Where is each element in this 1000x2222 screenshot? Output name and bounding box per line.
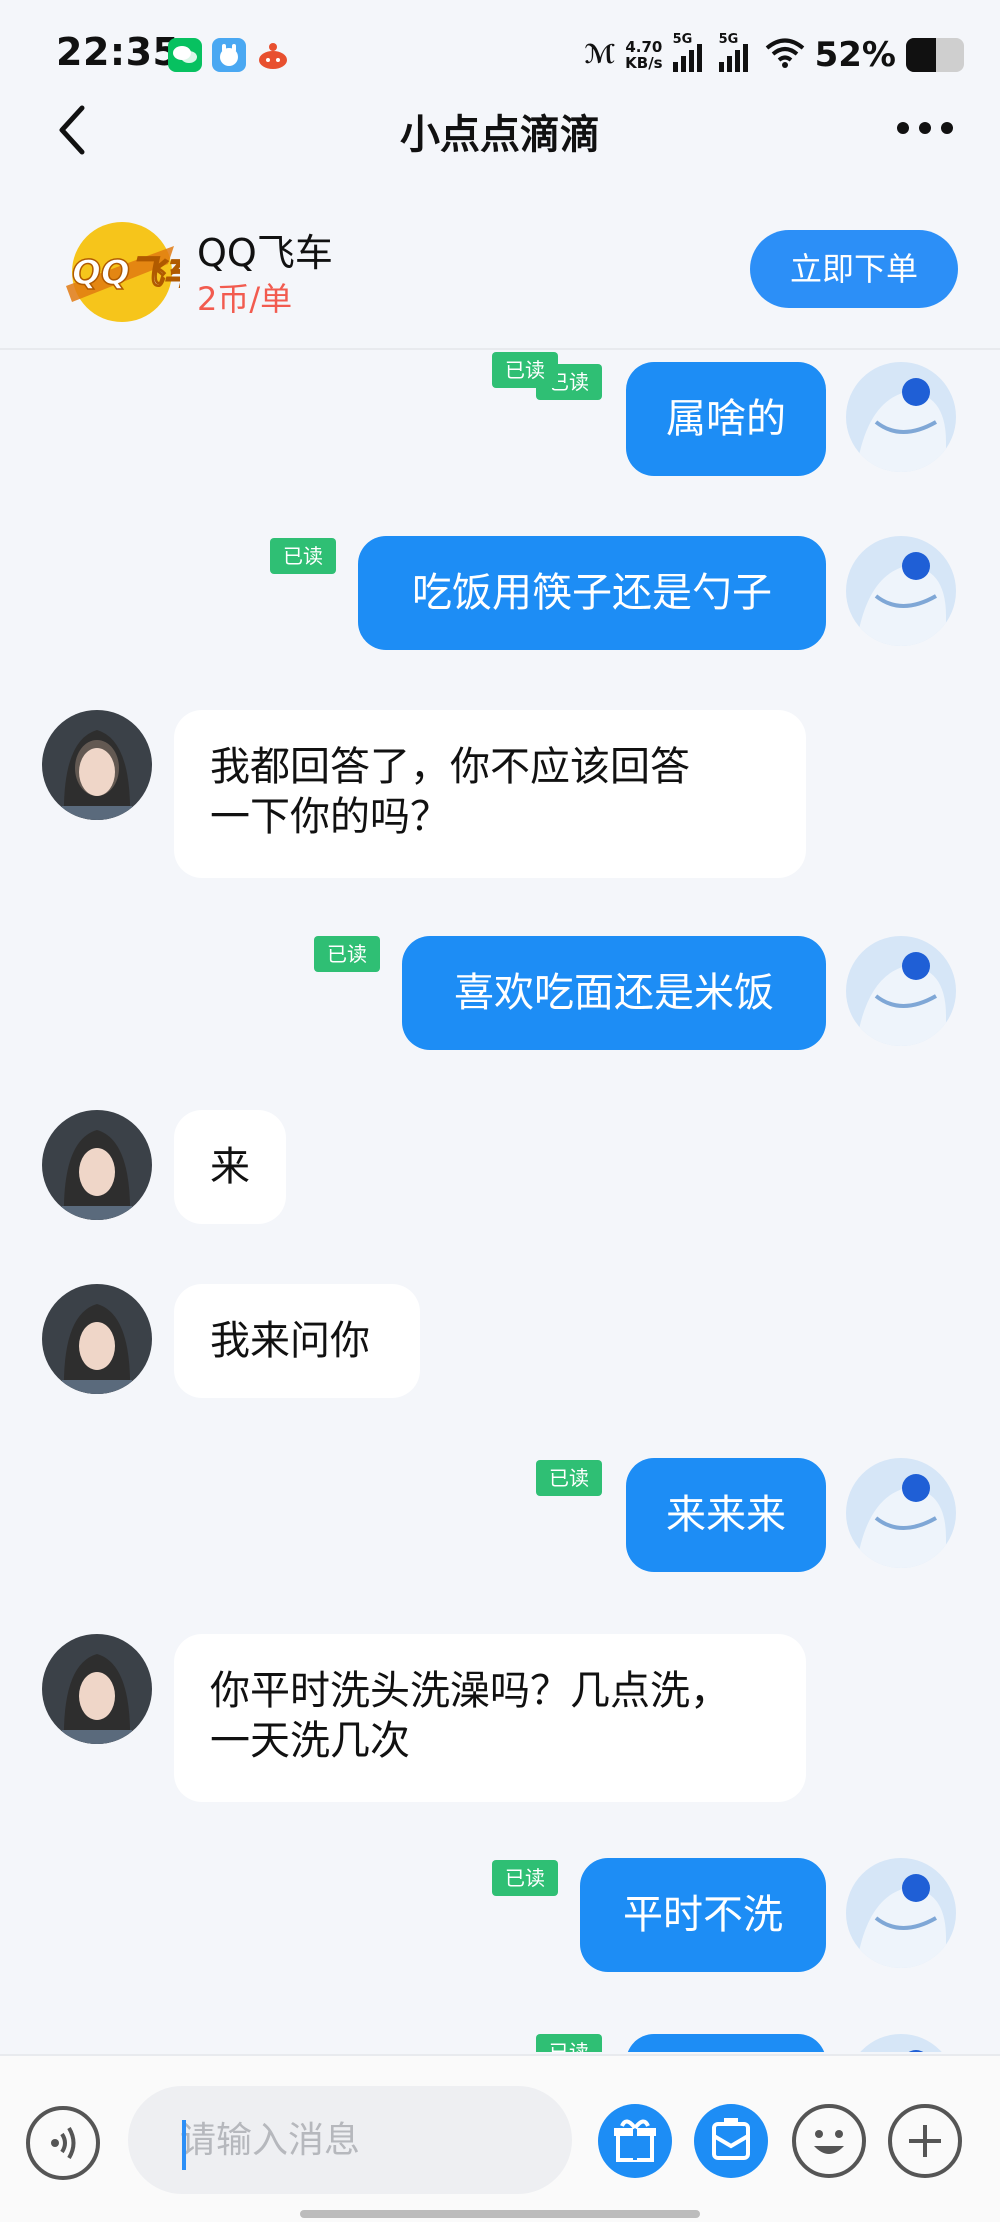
order-button[interactable] — [694, 2104, 768, 2178]
outgoing-message[interactable]: 吃饭用筷子还是勺子 — [358, 536, 826, 650]
outgoing-message[interactable]: 喜欢吃面还是米饭 — [402, 936, 826, 1050]
message-input[interactable] — [128, 2086, 572, 2194]
contact-avatar[interactable] — [42, 1110, 152, 1220]
input-bar — [0, 2054, 1000, 2222]
battery-icon — [906, 38, 964, 72]
gift-icon — [614, 2119, 656, 2162]
product-price: 2币/单 — [197, 280, 293, 318]
page-title: 小点点滴滴 — [400, 112, 600, 158]
game-logo[interactable]: QQ飞车 — [58, 216, 204, 324]
svg-text:QQ飞车: QQ飞车 — [72, 253, 180, 293]
more-options-button[interactable] — [890, 108, 960, 148]
signal-icon: 5G — [672, 32, 709, 72]
my-avatar[interactable] — [846, 2034, 956, 2052]
my-avatar[interactable] — [846, 536, 956, 646]
voice-icon — [51, 2126, 76, 2160]
incoming-message[interactable]: 你平时洗头洗澡吗？几点洗， 一天洗几次 — [174, 1634, 806, 1802]
wifi-icon — [765, 37, 805, 73]
outgoing-message[interactable] — [626, 2034, 826, 2052]
emoji-icon — [814, 2130, 844, 2154]
read-badge: 已读 — [492, 1860, 558, 1896]
home-indicator[interactable] — [300, 2210, 700, 2218]
read-badge: 已读 — [536, 1460, 602, 1496]
product-card: QQ飞车 QQ飞车 2币/单 立即下单 — [0, 200, 1000, 350]
emoji-button[interactable] — [792, 2104, 866, 2178]
signal-icon: 5G — [718, 32, 755, 72]
status-time: 22:35 — [56, 30, 180, 74]
my-avatar[interactable] — [846, 1858, 956, 1968]
read-badge: 已读 — [492, 352, 558, 388]
incoming-message[interactable]: 我都回答了，你不应该回答 一下你的吗？ — [174, 710, 806, 878]
my-avatar[interactable] — [846, 1458, 956, 1568]
chat-messages[interactable]: 已读 属啥的 已读 吃饭用筷子还是勺子 我都回答了，你不应该回答 一下你的吗？ … — [0, 352, 1000, 2052]
order-now-button[interactable]: 立即下单 — [750, 230, 958, 308]
order-icon — [712, 2118, 750, 2160]
notification-icon — [256, 38, 290, 72]
contact-avatar[interactable] — [42, 1284, 152, 1394]
product-name: QQ飞车 — [197, 231, 333, 275]
my-avatar[interactable] — [846, 362, 956, 472]
top-nav: 小点点滴滴 — [0, 90, 1000, 170]
battery-percent: 52% — [814, 35, 896, 75]
gift-button[interactable] — [598, 2104, 672, 2178]
wechat-icon — [168, 38, 202, 72]
incoming-message[interactable]: 我来问你 — [174, 1284, 420, 1398]
hd-icon: ℳ — [584, 40, 616, 70]
outgoing-message[interactable]: 属啥的 — [626, 362, 826, 476]
status-indicators: ℳ 4.70 KB/s 5G 5G 52% — [584, 30, 964, 80]
voice-button[interactable] — [26, 2106, 100, 2180]
incoming-message[interactable]: 来 — [174, 1110, 286, 1224]
read-badge: 已读 — [536, 2034, 602, 2052]
contact-avatar[interactable] — [42, 710, 152, 820]
network-speed: 4.70 KB/s — [625, 38, 663, 72]
text-cursor — [182, 2120, 186, 2170]
contact-avatar[interactable] — [42, 1634, 152, 1744]
outgoing-message[interactable]: 来来来 — [626, 1458, 826, 1572]
outgoing-message[interactable]: 平时不洗 — [580, 1858, 826, 1972]
read-badge: 已读 — [314, 936, 380, 972]
plus-icon — [909, 2125, 941, 2157]
read-badge: 已读 — [270, 538, 336, 574]
more-dots-icon — [897, 122, 909, 134]
more-actions-button[interactable] — [888, 2104, 962, 2178]
my-avatar[interactable] — [846, 936, 956, 1046]
app-icon — [212, 38, 246, 72]
